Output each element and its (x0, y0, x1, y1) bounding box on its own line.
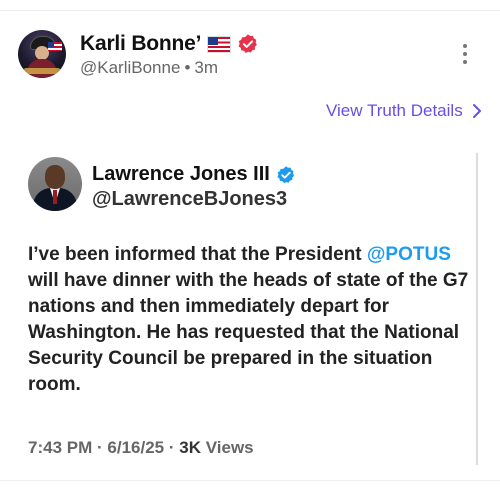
post-text-part: will have dinner with the heads of state… (28, 270, 469, 395)
post-date: 6/16/25 (107, 438, 165, 457)
author-meta: @KarliBonne • 3m (80, 58, 218, 78)
post-time-ago[interactable]: 3m (194, 58, 218, 77)
verified-badge-icon (277, 165, 294, 183)
author-name[interactable]: Karli Bonne’ (80, 32, 201, 56)
post-header: Karli Bonne’ (80, 32, 259, 56)
chevron-right-icon (472, 104, 481, 118)
post-text-part: I’ve been informed that the President (28, 244, 367, 265)
embedded-post-text: I’ve been informed that the President @P… (28, 242, 473, 398)
embedded-author-name[interactable]: Lawrence Jones III (92, 163, 270, 186)
more-vertical-icon[interactable] (458, 44, 472, 66)
meta-separator: · (168, 438, 175, 457)
author-handle[interactable]: @KarliBonne (80, 58, 180, 77)
view-truth-details-link[interactable]: View Truth Details (326, 101, 482, 121)
embedded-avatar[interactable] (28, 157, 82, 211)
views-label: Views (205, 438, 254, 457)
embedded-post-meta: 7:43 PM · 6/16/25 · 3K Views (28, 438, 254, 458)
view-truth-details-label: View Truth Details (326, 101, 463, 120)
bottom-divider (0, 480, 500, 481)
post-time: 7:43 PM (28, 438, 93, 457)
mention-link[interactable]: @POTUS (367, 244, 451, 265)
embedded-header: Lawrence Jones III (92, 163, 296, 186)
embedded-author-handle[interactable]: @LawrenceBJones3 (92, 188, 287, 211)
avatar[interactable] (18, 30, 66, 78)
meta-separator: · (96, 438, 103, 457)
top-divider (0, 10, 500, 11)
verified-badge-icon (238, 34, 258, 53)
us-flag-icon (207, 35, 232, 53)
meta-separator: • (184, 58, 191, 77)
views-count: 3K (179, 438, 201, 457)
embed-scrollbar[interactable] (476, 153, 478, 465)
